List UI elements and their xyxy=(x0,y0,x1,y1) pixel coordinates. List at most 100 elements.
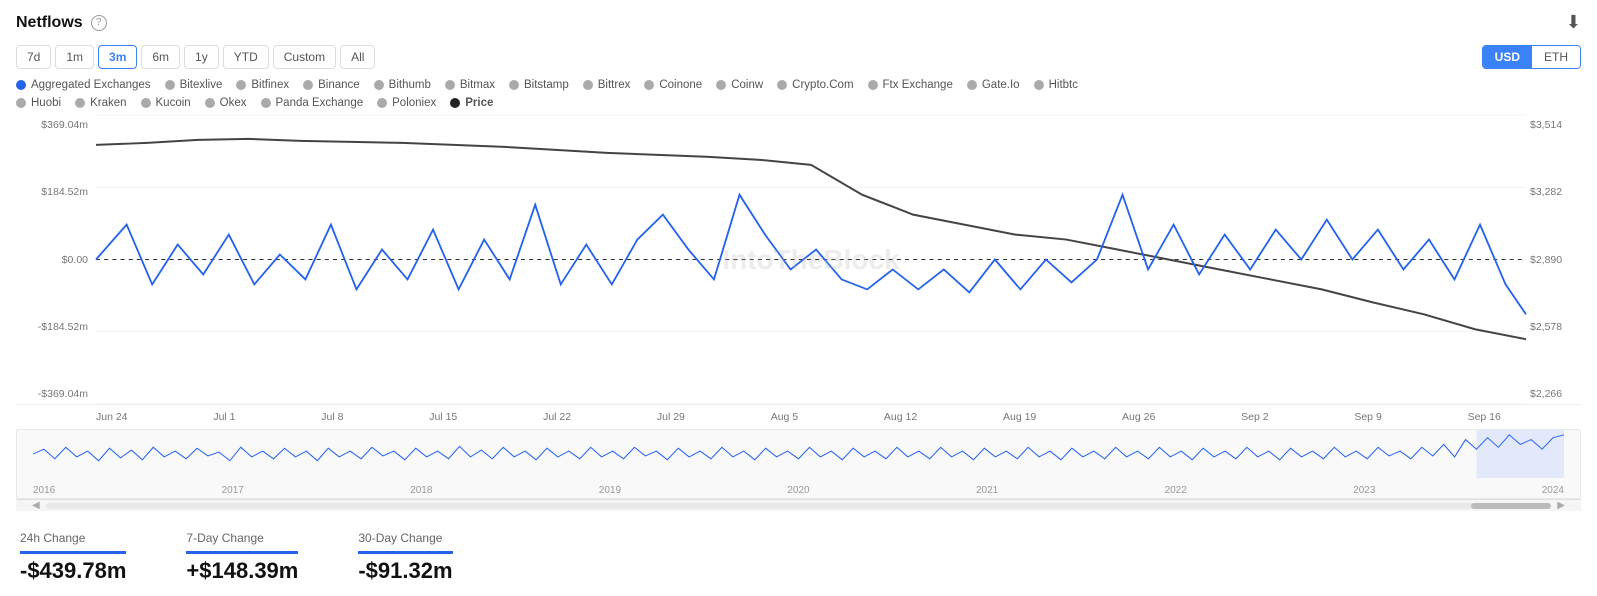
legend-label-kraken: Kraken xyxy=(90,97,126,109)
legend-price[interactable]: Price xyxy=(450,97,493,109)
scroll-track[interactable] xyxy=(46,503,1552,509)
legend-dot-bitfinex xyxy=(236,80,246,90)
currency-toggle: USD ETH xyxy=(1482,45,1581,69)
legend-label-bittrex: Bittrex xyxy=(598,79,631,91)
x-label-7: Aug 12 xyxy=(884,411,917,423)
legend-label-hitbtc: Hitbtc xyxy=(1049,79,1078,91)
netflows-container: Netflows ? ⬇ 7d 1m 3m 6m 1y YTD Custom A… xyxy=(0,0,1597,596)
stat-value-7d: +$148.39m xyxy=(186,558,298,584)
legend-kraken[interactable]: Kraken xyxy=(75,97,126,109)
legend-label-ftx: Ftx Exchange xyxy=(883,79,953,91)
legend-dot-cryptocom xyxy=(777,80,787,90)
mini-x-2021: 2021 xyxy=(976,485,998,496)
y-label-right-3: $2,890 xyxy=(1526,254,1581,266)
legend-hitbtc[interactable]: Hitbtc xyxy=(1034,79,1078,91)
time-btn-1m[interactable]: 1m xyxy=(55,45,94,69)
x-label-2: Jul 8 xyxy=(321,411,343,423)
legend-binance[interactable]: Binance xyxy=(303,79,360,91)
legend-dot-bithumb xyxy=(374,80,384,90)
y-label-right-5: $2,266 xyxy=(1526,388,1581,400)
mini-x-2020: 2020 xyxy=(787,485,809,496)
legend-label-aggregated: Aggregated Exchanges xyxy=(31,79,151,91)
legend-bithumb[interactable]: Bithumb xyxy=(374,79,431,91)
time-btn-all[interactable]: All xyxy=(340,45,375,69)
time-btn-6m[interactable]: 6m xyxy=(141,45,180,69)
legend-bitfinex[interactable]: Bitfinex xyxy=(236,79,289,91)
legend-okex[interactable]: Okex xyxy=(205,97,247,109)
legend-cryptocom[interactable]: Crypto.Com xyxy=(777,79,853,91)
time-btn-custom[interactable]: Custom xyxy=(273,45,336,69)
legend-label-panda: Panda Exchange xyxy=(276,97,364,109)
legend-label-bitfinex: Bitfinex xyxy=(251,79,289,91)
legend-label-gateio: Gate.Io xyxy=(982,79,1020,91)
y-label-2: $184.52m xyxy=(16,186,96,198)
legend-dot-ftx xyxy=(868,80,878,90)
legend-label-poloniex: Poloniex xyxy=(392,97,436,109)
legend-coinw[interactable]: Coinw xyxy=(716,79,763,91)
mini-x-2017: 2017 xyxy=(222,485,244,496)
x-label-4: Jul 22 xyxy=(543,411,571,423)
legend-coinone[interactable]: Coinone xyxy=(644,79,702,91)
stat-label-7d: 7-Day Change xyxy=(186,531,298,545)
x-label-11: Sep 9 xyxy=(1354,411,1381,423)
time-btn-1y[interactable]: 1y xyxy=(184,45,219,69)
legend-kucoin[interactable]: Kucoin xyxy=(141,97,191,109)
x-label-3: Jul 15 xyxy=(429,411,457,423)
stat-value-30d: -$91.32m xyxy=(358,558,452,584)
help-icon[interactable]: ? xyxy=(91,15,107,31)
mini-x-axis: 2016 2017 2018 2019 2020 2021 2022 2023 … xyxy=(33,485,1564,496)
legend-gateio[interactable]: Gate.Io xyxy=(967,79,1020,91)
legend-bitstamp[interactable]: Bitstamp xyxy=(509,79,569,91)
x-label-0: Jun 24 xyxy=(96,411,128,423)
legend-label-bitexlive: Bitexlive xyxy=(180,79,223,91)
x-label-5: Jul 29 xyxy=(657,411,685,423)
currency-eth[interactable]: ETH xyxy=(1532,46,1580,68)
legend-dot-kucoin xyxy=(141,98,151,108)
legend-dot-poloniex xyxy=(377,98,387,108)
legend-label-binance: Binance xyxy=(318,79,360,91)
time-btn-3m[interactable]: 3m xyxy=(98,45,137,69)
chart-area: $369.04m $184.52m $0.00 -$184.52m -$369.… xyxy=(16,115,1581,511)
x-label-9: Aug 26 xyxy=(1122,411,1155,423)
y-axis-left: $369.04m $184.52m $0.00 -$184.52m -$369.… xyxy=(16,115,96,404)
scrollbar[interactable]: ◀ ▶ xyxy=(16,499,1581,511)
time-filters: 7d 1m 3m 6m 1y YTD Custom All xyxy=(16,45,375,69)
legend-bittrex[interactable]: Bittrex xyxy=(583,79,631,91)
mini-svg xyxy=(33,430,1564,478)
stat-value-24h: -$439.78m xyxy=(20,558,126,584)
stat-divider-7d xyxy=(186,551,298,554)
legend-dot-kraken xyxy=(75,98,85,108)
legend-dot-panda xyxy=(261,98,271,108)
chart-inner: IntoTheBlock xyxy=(96,115,1526,404)
stat-24h: 24h Change -$439.78m xyxy=(20,531,126,584)
legend-ftx[interactable]: Ftx Exchange xyxy=(868,79,953,91)
legend-dot-bitexlive xyxy=(165,80,175,90)
currency-usd[interactable]: USD xyxy=(1483,46,1532,68)
legend-dot-coinw xyxy=(716,80,726,90)
x-label-8: Aug 19 xyxy=(1003,411,1036,423)
scroll-left-arrow[interactable]: ◀ xyxy=(32,500,40,511)
download-icon[interactable]: ⬇ xyxy=(1566,12,1581,33)
mini-x-2024: 2024 xyxy=(1542,485,1564,496)
legend-poloniex[interactable]: Poloniex xyxy=(377,97,436,109)
legend-aggregated[interactable]: Aggregated Exchanges xyxy=(16,79,151,91)
legend-label-cryptocom: Crypto.Com xyxy=(792,79,853,91)
scroll-thumb[interactable] xyxy=(1471,503,1551,509)
legend-row2: Huobi Kraken Kucoin Okex Panda Exchange … xyxy=(16,97,1581,109)
legend-huobi[interactable]: Huobi xyxy=(16,97,61,109)
mini-chart-inner xyxy=(33,430,1564,478)
stat-30d: 30-Day Change -$91.32m xyxy=(358,531,452,584)
header: Netflows ? ⬇ xyxy=(16,12,1581,33)
stat-divider-30d xyxy=(358,551,452,554)
legend-dot-aggregated xyxy=(16,80,26,90)
time-btn-7d[interactable]: 7d xyxy=(16,45,51,69)
legend-bitmax[interactable]: Bitmax xyxy=(445,79,495,91)
legend-label-price: Price xyxy=(465,97,493,109)
main-svg xyxy=(96,115,1526,404)
time-btn-ytd[interactable]: YTD xyxy=(223,45,269,69)
legend-panda[interactable]: Panda Exchange xyxy=(261,97,364,109)
mini-chart[interactable]: 2016 2017 2018 2019 2020 2021 2022 2023 … xyxy=(16,429,1581,499)
legend-bitexlive[interactable]: Bitexlive xyxy=(165,79,223,91)
scroll-right-arrow[interactable]: ▶ xyxy=(1557,500,1565,511)
main-chart: $369.04m $184.52m $0.00 -$184.52m -$369.… xyxy=(16,115,1581,405)
